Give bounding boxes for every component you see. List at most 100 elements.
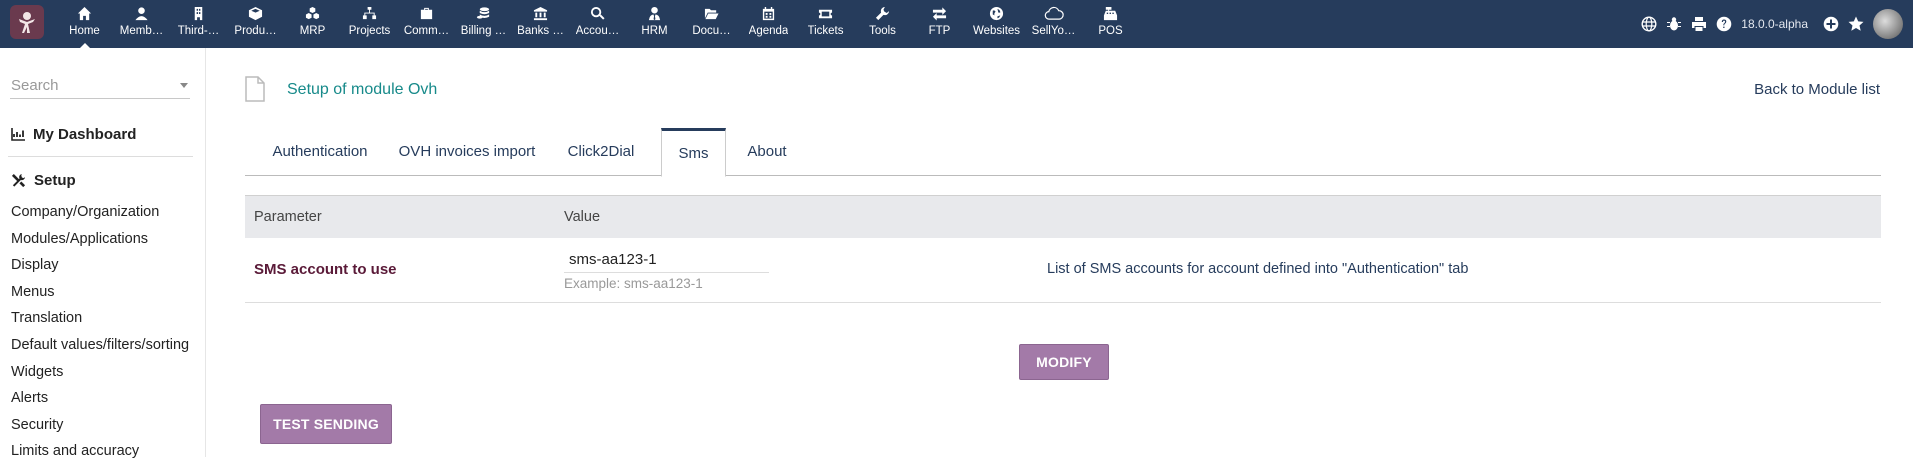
menu-label: Memb… <box>119 25 164 37</box>
menu-item-billing[interactable]: Billing … <box>455 0 512 48</box>
cloud-icon <box>1044 6 1064 20</box>
tab-click2dial[interactable]: Click2Dial <box>556 128 646 175</box>
sidebar-item-default-values[interactable]: Default values/filters/sorting <box>11 332 189 359</box>
test-sending-button[interactable]: TEST SENDING <box>260 404 392 444</box>
bug-icon[interactable] <box>1666 16 1682 32</box>
menu-item-tools[interactable]: Tools <box>854 0 911 48</box>
menu-item-agenda[interactable]: Agenda <box>740 0 797 48</box>
wrench-icon <box>875 6 890 21</box>
menu-item-documents[interactable]: Docu… <box>683 0 740 48</box>
menu-label: Tools <box>869 25 896 37</box>
sidebar-item-label: My Dashboard <box>33 126 137 143</box>
menu-item-pos[interactable]: POS <box>1082 0 1139 48</box>
menu-label: Projects <box>348 25 391 37</box>
sidebar-item-display[interactable]: Display <box>11 252 189 279</box>
menu-item-commercial[interactable]: Comm… <box>398 0 455 48</box>
chevron-down-icon <box>180 83 188 88</box>
tab-ovh-invoices-import[interactable]: OVH invoices import <box>392 128 542 175</box>
main-content: Setup of module Ovh Back to Module list … <box>205 48 1913 457</box>
home-icon <box>77 6 92 21</box>
coins-icon <box>476 7 490 19</box>
exchange-icon <box>932 7 947 21</box>
sidebar-item-modules[interactable]: Modules/Applications <box>11 226 189 253</box>
print-icon[interactable] <box>1691 16 1707 32</box>
menu-item-products[interactable]: Produ… <box>227 0 284 48</box>
menu-label: Agenda <box>748 25 789 37</box>
bank-icon <box>533 6 548 21</box>
main-menu: Home Memb… Third-… Produ… MRP Projects C… <box>56 0 1139 48</box>
parameter-label: SMS account to use <box>254 261 397 278</box>
menu-label: SellYo… <box>1031 25 1076 37</box>
tab-bar: Authentication OVH invoices import Click… <box>245 128 1881 177</box>
menu-item-thirdparties[interactable]: Third-… <box>170 0 227 48</box>
sidebar-item-limits[interactable]: Limits and accuracy <box>11 438 189 465</box>
menu-item-websites[interactable]: Websites <box>968 0 1025 48</box>
search-dollar-icon <box>590 6 605 20</box>
sidebar-setup-list: Company/Organization Modules/Application… <box>11 199 189 465</box>
left-sidebar: Search My Dashboard Setup Company/Organi… <box>0 48 206 459</box>
menu-item-accounting[interactable]: Accou… <box>569 0 626 48</box>
modify-button[interactable]: MODIFY <box>1019 344 1109 380</box>
ticket-icon <box>818 9 833 19</box>
sms-account-input[interactable]: sms-aa123-1 <box>564 248 769 273</box>
sidebar-item-setup[interactable]: Setup <box>11 172 76 189</box>
sidebar-item-company[interactable]: Company/Organization <box>11 199 189 226</box>
menu-item-projects[interactable]: Projects <box>341 0 398 48</box>
sidebar-item-label: Setup <box>34 172 76 189</box>
sidebar-divider <box>8 156 193 157</box>
globe-icon <box>989 6 1004 21</box>
sitemap-icon <box>362 6 377 20</box>
menu-label: Third-… <box>177 25 220 37</box>
menu-label: HRM <box>641 25 668 37</box>
sidebar-item-dashboard[interactable]: My Dashboard <box>11 126 136 143</box>
tab-authentication[interactable]: Authentication <box>264 128 376 175</box>
sidebar-item-translation[interactable]: Translation <box>11 305 189 332</box>
menu-label: Accou… <box>575 25 620 37</box>
app-logo[interactable] <box>10 5 44 39</box>
column-header-value: Value <box>564 209 601 225</box>
user-icon <box>135 7 148 21</box>
help-icon[interactable] <box>1716 16 1732 32</box>
menu-label: Websites <box>972 25 1021 37</box>
bookmark-star-icon[interactable] <box>1848 16 1864 32</box>
menu-item-mrp[interactable]: MRP <box>284 0 341 48</box>
add-circle-icon[interactable] <box>1823 16 1839 32</box>
tab-about[interactable]: About <box>739 128 795 175</box>
topbar-tools: 18.0.0-alpha <box>1641 0 1903 48</box>
menu-label: Docu… <box>692 25 731 37</box>
menu-label: Produ… <box>234 25 277 37</box>
chart-line-icon <box>11 128 25 141</box>
menu-label: Comm… <box>403 25 450 37</box>
sidebar-item-security[interactable]: Security <box>11 412 189 439</box>
sms-account-value: sms-aa123-1 <box>569 251 657 268</box>
sidebar-item-alerts[interactable]: Alerts <box>11 385 189 412</box>
cube-icon <box>248 6 263 21</box>
sms-account-example: Example: sms-aa123-1 <box>564 276 703 291</box>
user-tie-icon <box>648 6 661 21</box>
menu-item-tickets[interactable]: Tickets <box>797 0 854 48</box>
folder-open-icon <box>704 8 719 20</box>
cubes-icon <box>305 6 320 20</box>
menu-item-hrm[interactable]: HRM <box>626 0 683 48</box>
menu-item-home[interactable]: Home <box>56 0 113 48</box>
menu-item-ftp[interactable]: FTP <box>911 0 968 48</box>
top-navbar: Home Memb… Third-… Produ… MRP Projects C… <box>0 0 1913 48</box>
menu-label: POS <box>1098 25 1123 37</box>
table-header: Parameter Value <box>245 195 1881 238</box>
tools-icon <box>11 173 26 188</box>
tab-sms[interactable]: Sms <box>661 128 726 177</box>
sidebar-search-select[interactable]: Search <box>10 74 190 99</box>
back-to-module-list-link[interactable]: Back to Module list <box>1754 81 1880 98</box>
menu-item-banks[interactable]: Banks … <box>512 0 569 48</box>
file-icon <box>245 76 265 102</box>
menu-item-sellyoursaas[interactable]: SellYo… <box>1025 0 1082 48</box>
parameter-description: List of SMS accounts for account defined… <box>1047 261 1469 277</box>
menu-label: Home <box>69 25 100 37</box>
menu-label: Banks … <box>517 25 564 37</box>
menu-item-members[interactable]: Memb… <box>113 0 170 48</box>
suitcase-icon <box>420 7 433 20</box>
language-globe-icon[interactable] <box>1641 16 1657 32</box>
sidebar-item-widgets[interactable]: Widgets <box>11 359 189 386</box>
sidebar-item-menus[interactable]: Menus <box>11 279 189 306</box>
user-avatar[interactable] <box>1873 9 1903 39</box>
